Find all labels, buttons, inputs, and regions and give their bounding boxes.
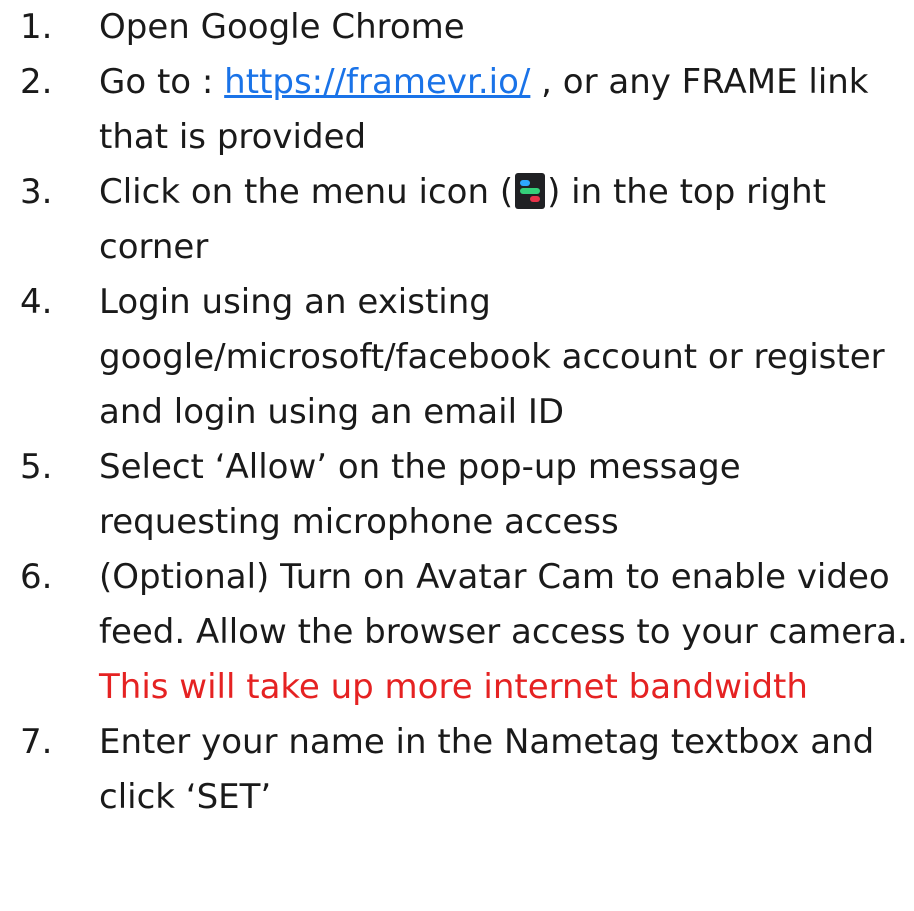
- step-2: 2. Go to : https://framevr.io/ , or any …: [0, 55, 914, 165]
- framevr-link[interactable]: https://framevr.io/: [224, 62, 530, 102]
- step-text-before-link: Go to :: [99, 62, 225, 102]
- step-text: Login using an existing google/microsoft…: [99, 282, 885, 432]
- step-number: 3.: [20, 172, 53, 212]
- step-number: 4.: [20, 282, 53, 322]
- step-text: (Optional) Turn on Avatar Cam to enable …: [99, 557, 908, 652]
- step-5: 5. Select ‘Allow’ on the pop-up message …: [0, 440, 914, 550]
- step-7: 7. Enter your name in the Nametag textbo…: [0, 715, 914, 825]
- step-text: Select ‘Allow’ on the pop-up message req…: [99, 447, 741, 542]
- step-number: 5.: [20, 447, 53, 487]
- menu-icon: [515, 173, 546, 209]
- step-1: 1. Open Google Chrome: [0, 0, 914, 55]
- step-text: Open Google Chrome: [99, 7, 465, 47]
- step-text-before-icon: Click on the menu icon (: [99, 172, 514, 212]
- instructions-list: 1. Open Google Chrome 2. Go to : https:/…: [0, 0, 914, 825]
- step-4: 4. Login using an existing google/micros…: [0, 275, 914, 440]
- step-3: 3. Click on the menu icon () in the top …: [0, 165, 914, 275]
- step-number: 2.: [20, 62, 53, 102]
- step-6: 6. (Optional) Turn on Avatar Cam to enab…: [0, 550, 914, 715]
- step-text: Enter your name in the Nametag textbox a…: [99, 722, 875, 817]
- step-number: 6.: [20, 557, 53, 597]
- step-number: 7.: [20, 722, 53, 762]
- step-number: 1.: [20, 7, 53, 47]
- bandwidth-warning: This will take up more internet bandwidt…: [99, 667, 808, 707]
